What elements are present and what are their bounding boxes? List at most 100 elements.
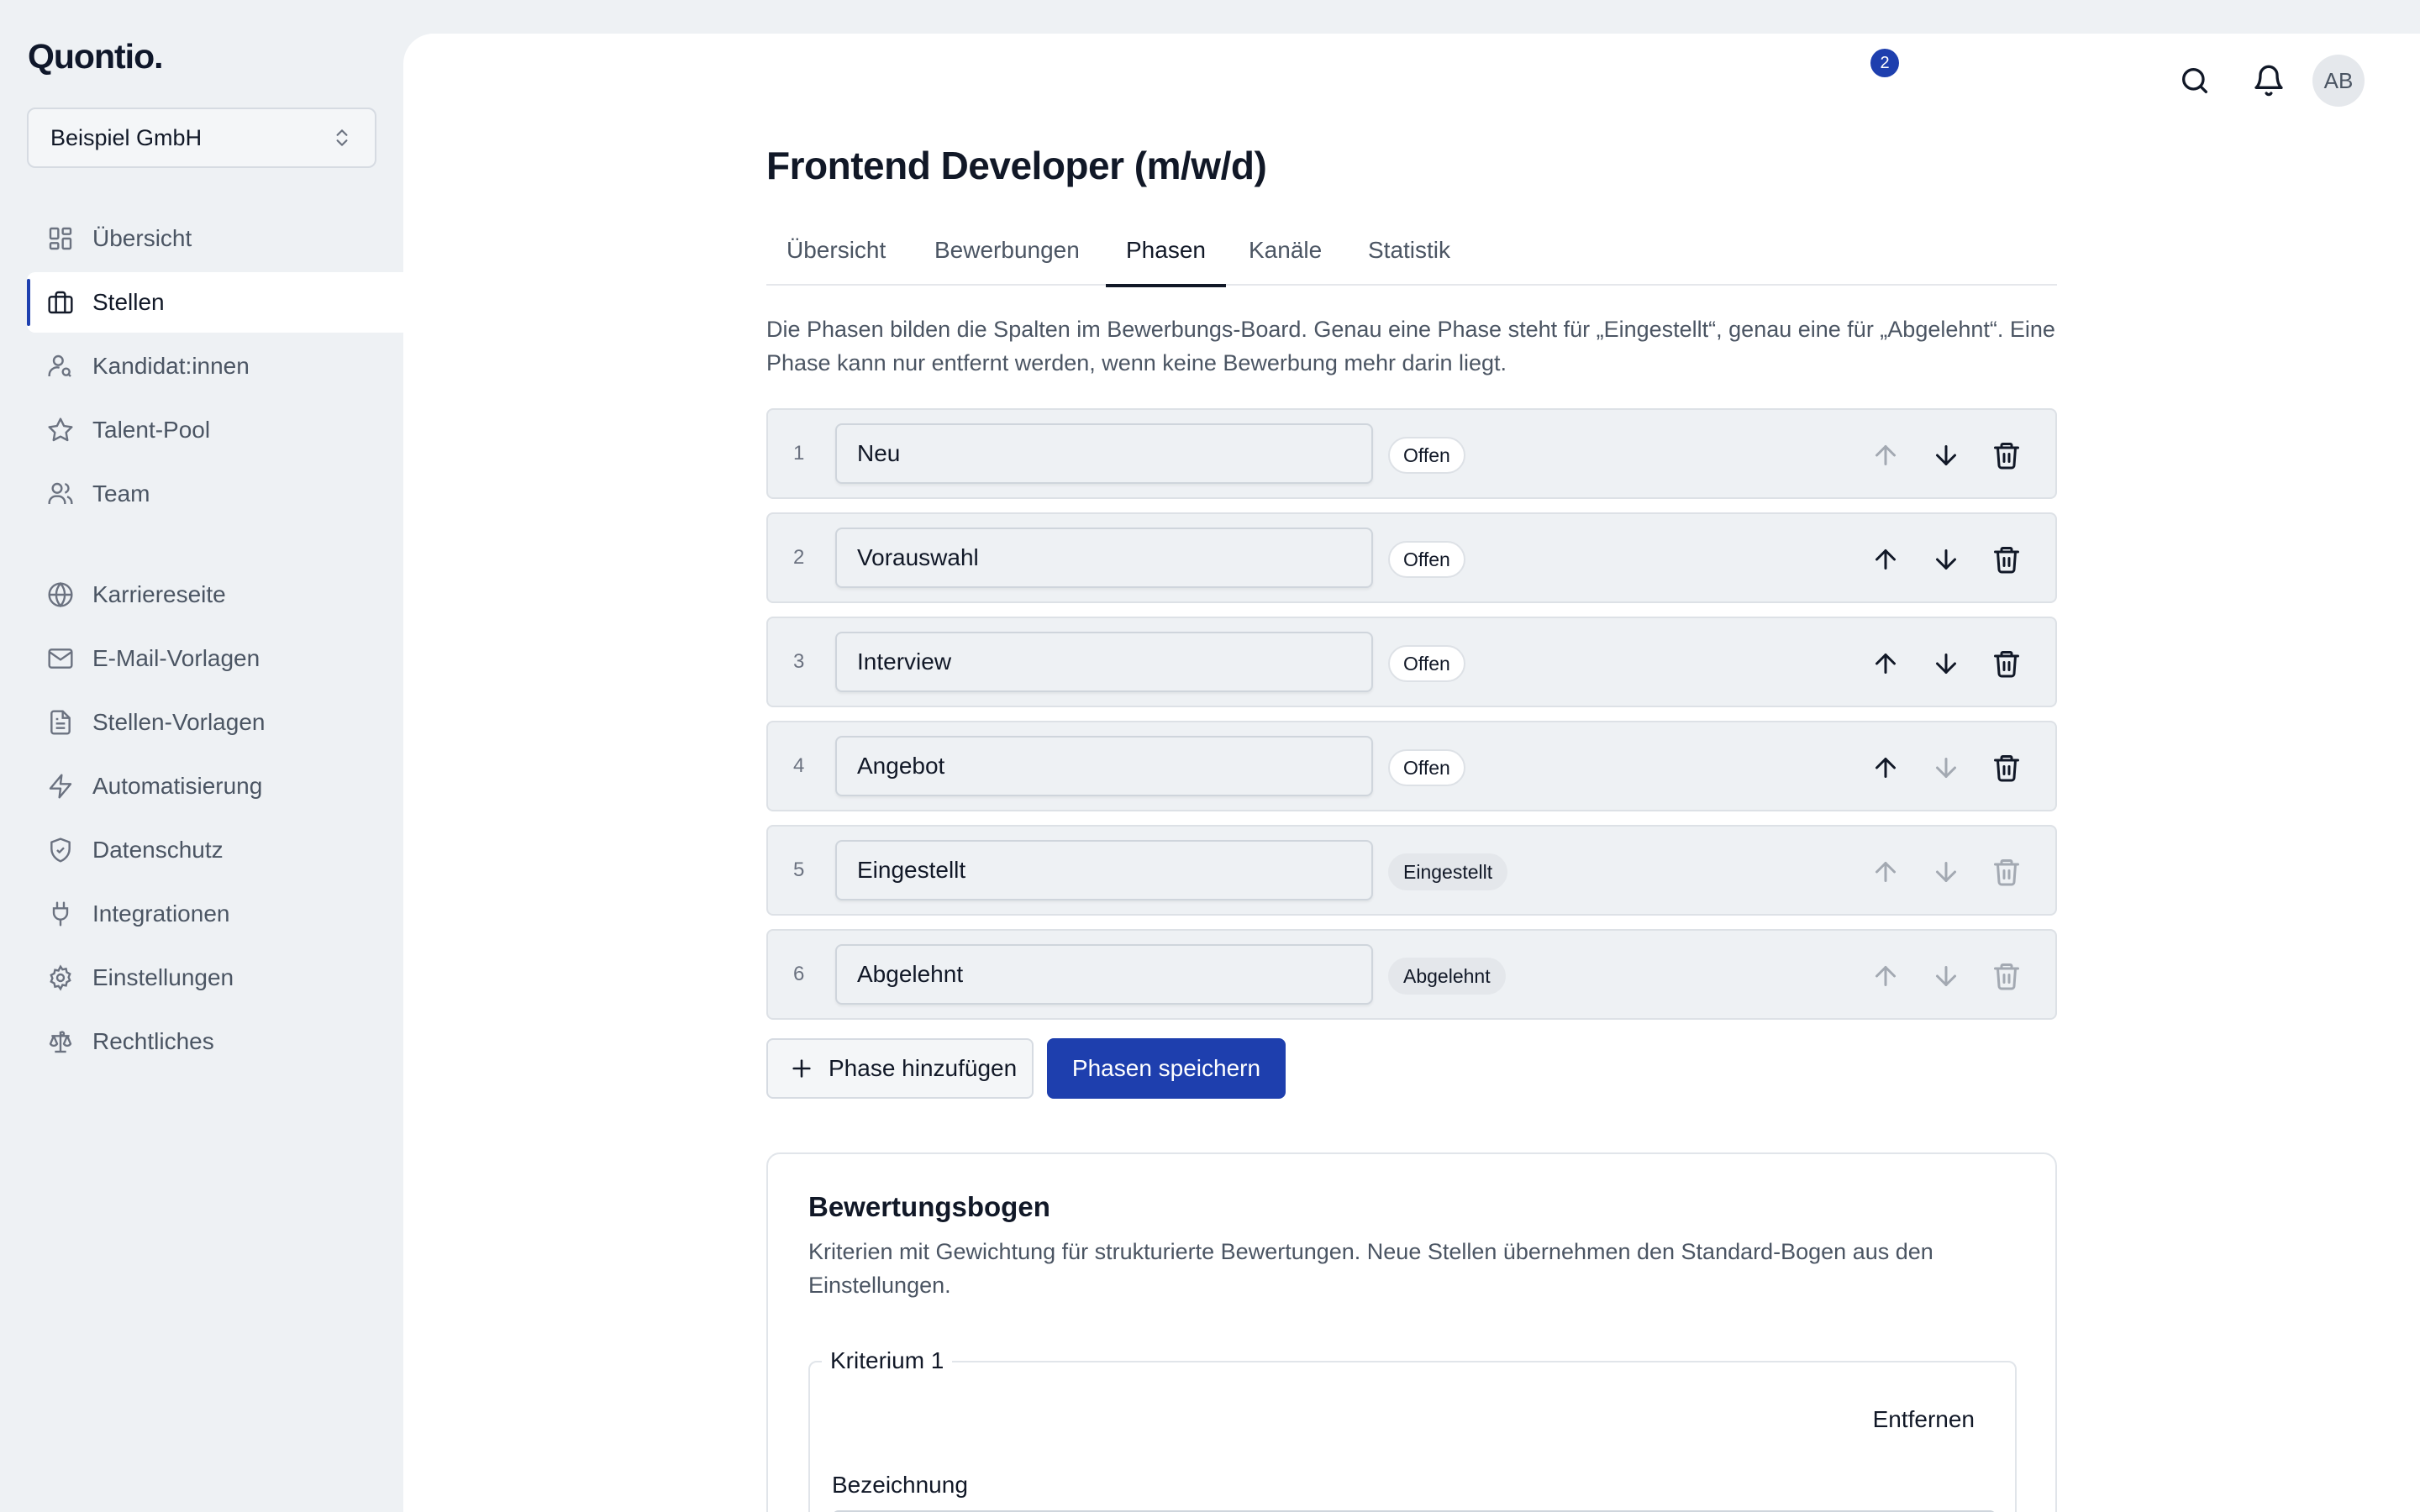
phase-name-input[interactable] — [835, 632, 1373, 692]
phase-type-badge: Abgelehnt — [1388, 958, 1506, 995]
arrow-down-icon[interactable] — [1931, 648, 1961, 679]
phase-name-input[interactable] — [835, 736, 1373, 796]
star-icon — [48, 417, 73, 442]
tab-bar: Übersicht Bewerbungen Phasen Kanäle Stat… — [766, 227, 2057, 287]
sidebar-item-uebersicht[interactable]: Übersicht — [27, 208, 403, 269]
tab-statistik[interactable]: Statistik — [1368, 237, 1450, 286]
briefcase-icon — [48, 291, 73, 314]
sidebar-item-label: Team — [92, 480, 150, 507]
sidebar-item-label: E-Mail-Vorlagen — [92, 645, 260, 671]
mail-icon — [48, 648, 73, 669]
sidebar-item-einstellungen[interactable]: Einstellungen — [27, 948, 403, 1008]
sidebar-item-label: Stellen — [92, 289, 165, 315]
bell-icon[interactable] — [2252, 64, 2286, 97]
notification-badge: 2 — [1870, 49, 1899, 77]
tab-kanaele[interactable]: Kanäle — [1249, 237, 1322, 286]
gear-icon — [50, 964, 71, 991]
tab-uebersicht[interactable]: Übersicht — [786, 237, 886, 286]
add-phase-button[interactable]: Phase hinzufügen — [766, 1038, 1034, 1099]
user-search-icon — [48, 354, 71, 377]
phase-name-input[interactable] — [835, 944, 1373, 1005]
phase-name-input[interactable] — [835, 528, 1373, 588]
phase-type-badge: Offen — [1388, 541, 1465, 578]
criterion-fieldset: Kriterium 1 Entfernen Bezeichnung — [808, 1347, 2017, 1512]
phases-description: Die Phasen bilden die Spalten im Bewerbu… — [766, 317, 2055, 375]
sidebar-item-email-vorlagen[interactable]: E-Mail-Vorlagen — [27, 628, 403, 689]
sidebar-item-stellen[interactable]: Stellen — [27, 272, 403, 333]
trash-icon[interactable] — [1991, 648, 2022, 679]
add-phase-label: Phase hinzufügen — [829, 1055, 1018, 1081]
phase-row: 5 Eingestellt — [766, 825, 2057, 916]
phase-number: 1 — [793, 442, 805, 465]
phase-name-input[interactable] — [835, 840, 1373, 900]
sidebar-item-kandidatinnen[interactable]: Kandidat:innen — [27, 336, 403, 396]
sidebar-item-rechtliches[interactable]: Rechtliches — [27, 1011, 403, 1072]
criterion-legend: Kriterium 1 — [822, 1347, 953, 1374]
criterion-name-label: Bezeichnung — [832, 1472, 968, 1498]
arrow-up-icon[interactable] — [1870, 753, 1901, 783]
zap-icon — [49, 774, 72, 799]
sidebar-item-karriereseite[interactable]: Karriereseite — [27, 564, 403, 625]
avatar[interactable]: AB — [2312, 55, 2365, 107]
scorecard-card: Bewertungsbogen Kriterien mit Gewichtung… — [766, 1152, 2057, 1512]
arrow-up-icon[interactable] — [1870, 648, 1901, 679]
trash-icon[interactable] — [1991, 544, 2022, 575]
sidebar-item-label: Rechtliches — [92, 1028, 214, 1054]
sidebar-item-label: Integrationen — [92, 900, 230, 927]
arrow-down-icon[interactable] — [1931, 440, 1961, 470]
remove-criterion-button[interactable]: Entfernen — [1873, 1406, 1975, 1433]
tab-bewerbungen[interactable]: Bewerbungen — [934, 237, 1080, 286]
tab-phasen[interactable]: Phasen — [1106, 237, 1226, 287]
app-logo[interactable]: Quontio. — [28, 37, 164, 76]
sidebar-item-label: Datenschutz — [92, 837, 224, 863]
page-title: Frontend Developer (m/w/d) — [766, 144, 1267, 187]
sidebar-item-talent-pool[interactable]: Talent-Pool — [27, 400, 403, 460]
sidebar-item-datenschutz[interactable]: Datenschutz — [27, 820, 403, 880]
arrow-down-icon — [1936, 966, 1956, 986]
users-icon — [48, 482, 73, 504]
phase-number: 4 — [793, 754, 805, 777]
scorecard-title: Bewertungsbogen — [808, 1191, 1050, 1222]
sidebar-item-automatisierung[interactable]: Automatisierung — [27, 756, 403, 816]
trash-icon — [1994, 859, 2019, 886]
sidebar-item-integrationen[interactable]: Integrationen — [27, 884, 403, 944]
arrow-up-icon — [1876, 445, 1896, 465]
phase-type-badge: Offen — [1388, 437, 1465, 474]
phase-number: 2 — [793, 546, 805, 569]
sidebar-item-stellen-vorlagen[interactable]: Stellen-Vorlagen — [27, 692, 403, 753]
phase-type-badge: Offen — [1388, 749, 1465, 786]
arrow-up-icon[interactable] — [1870, 544, 1901, 575]
sidebar-item-team[interactable]: Team — [27, 464, 403, 524]
dashboard-icon — [49, 227, 72, 250]
shield-check-icon — [50, 837, 71, 863]
plug-icon — [52, 901, 69, 927]
plus-icon — [792, 1059, 811, 1078]
chevron-up-down-icon — [336, 129, 348, 146]
sidebar-item-label: Einstellungen — [92, 964, 234, 990]
file-text-icon — [50, 710, 71, 735]
arrow-down-icon — [1936, 862, 1956, 882]
sidebar-item-label: Übersicht — [92, 225, 192, 251]
search-icon[interactable] — [2178, 64, 2212, 97]
phase-type-badge: Eingestellt — [1388, 853, 1508, 890]
trash-icon[interactable] — [1991, 440, 2022, 470]
phase-type-badge: Offen — [1388, 645, 1465, 682]
organization-select-value: Beispiel GmbH — [50, 124, 203, 150]
arrow-down-icon[interactable] — [1931, 544, 1961, 575]
phase-row: 2 Offen — [766, 512, 2057, 603]
organization-select[interactable]: Beispiel GmbH — [27, 108, 376, 168]
sidebar-item-label: Automatisierung — [92, 773, 263, 799]
phase-row: 3 Offen — [766, 617, 2057, 707]
scale-icon — [49, 1031, 72, 1053]
phase-row: 4 Offen — [766, 721, 2057, 811]
sidebar-item-label: Stellen-Vorlagen — [92, 709, 266, 735]
phase-name-input[interactable] — [835, 423, 1373, 484]
phase-number: 5 — [793, 858, 805, 881]
arrow-down-icon — [1936, 758, 1956, 778]
phase-number: 6 — [793, 963, 805, 985]
scorecard-description: Kriterien mit Gewichtung für strukturier… — [808, 1239, 1933, 1298]
save-phases-button[interactable]: Phasen speichern — [1047, 1038, 1286, 1099]
sidebar-item-label: Kandidat:innen — [92, 353, 250, 379]
trash-icon[interactable] — [1991, 753, 2022, 783]
globe-icon — [48, 581, 73, 608]
